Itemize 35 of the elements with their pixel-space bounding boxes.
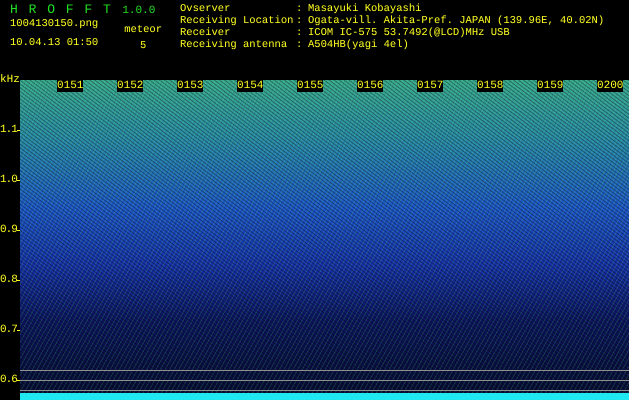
time-label: 0156: [357, 80, 384, 92]
info-value: Masayuki Kobayashi: [308, 3, 422, 15]
axis-unit: kHz: [0, 74, 20, 86]
time-label: 0159: [537, 80, 564, 92]
frequency-label: 1.1: [0, 124, 17, 136]
time-label: 0152: [117, 80, 144, 92]
meteor-count: 5: [140, 40, 146, 52]
info-separator: :: [296, 27, 304, 39]
info-label: Receiving Location: [180, 15, 294, 27]
time-label: 0157: [417, 80, 444, 92]
info-value: Ogata-vill. Akita-Pref. JAPAN (139.96E, 40.02N): [308, 15, 604, 27]
file-name: 1004130150.png: [10, 18, 98, 30]
info-separator: :: [296, 15, 304, 27]
info-label: Receiver: [180, 27, 232, 39]
app-version: 1.0.0: [122, 5, 156, 17]
time-label: 0154: [237, 80, 264, 92]
frequency-label: 0.9: [0, 224, 17, 236]
info-label: Receiving antenna: [180, 39, 288, 51]
info-separator: :: [296, 3, 304, 15]
time-label: 0155: [297, 80, 324, 92]
frequency-label: 0.7: [0, 324, 17, 336]
time-label: 0151: [57, 80, 84, 92]
frequency-label: 0.6: [0, 374, 17, 386]
info-label: Ovserver: [180, 3, 232, 15]
frequency-label: 1.0: [0, 174, 17, 186]
app-name: H R O F F T: [10, 2, 112, 17]
frequency-label: 0.8: [0, 274, 17, 286]
info-value: A504HB(yagi 4el): [308, 39, 410, 51]
meteor-label: meteor: [124, 24, 162, 36]
date-time: 10.04.13 01:50: [10, 37, 98, 49]
info-separator: :: [296, 39, 304, 51]
info-value: ICOM IC-575 53.7492(@LCD)MHz USB: [308, 27, 511, 39]
time-label: 0200: [597, 80, 624, 92]
time-label: 0158: [477, 80, 504, 92]
time-label: 0153: [177, 80, 204, 92]
